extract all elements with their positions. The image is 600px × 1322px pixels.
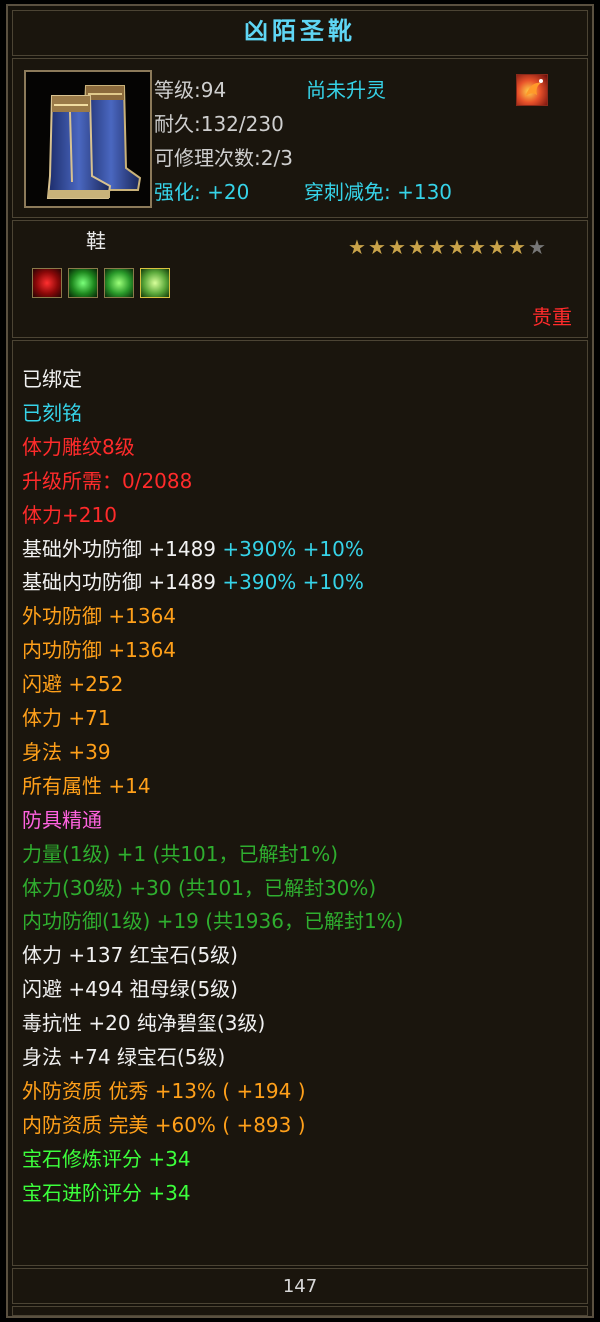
star-filled-icon: ★ (508, 235, 526, 259)
durability: 耐久:132/230 (154, 112, 284, 136)
stat-text: 宝石修炼评分 +34 (22, 1146, 191, 1171)
enhance-level: 强化: +20 (154, 180, 250, 204)
jade-swirl-gem-icon[interactable] (140, 268, 170, 298)
stat-text: 闪避 +494 祖母绿(5级) (22, 977, 238, 1002)
item-name: 凶陌圣靴 (244, 16, 356, 45)
stat-line: 已刻铭 (22, 396, 82, 430)
stat-line: 闪避 +252 (22, 667, 123, 701)
stat-line: 毒抗性 +20 纯净碧玺(3级) (22, 1006, 265, 1040)
stat-line: 宝石进阶评分 +34 (22, 1176, 191, 1210)
stat-line: 身法 +74 绿宝石(5级) (22, 1040, 225, 1074)
star-filled-icon: ★ (428, 235, 446, 259)
spirit-upgrade-icon[interactable] (516, 74, 548, 106)
star-filled-icon: ★ (448, 235, 466, 259)
star-filled-icon: ★ (468, 235, 486, 259)
boots-icon (26, 72, 150, 206)
pierce-reduction: 穿刺减免: +130 (304, 180, 453, 204)
stat-text: 外防资质 优秀 +13% ( +194 ) (22, 1078, 306, 1103)
stat-text: 升级所需：0/2088 (22, 468, 193, 493)
stat-line: 所有属性 +14 (22, 769, 151, 803)
stat-line: 外功防御 +1364 (22, 599, 176, 633)
spirit-status: 尚未升灵 (306, 78, 386, 102)
stat-text: 内防资质 完美 +60% ( +893 ) (22, 1112, 306, 1137)
stat-text: 力量(1级) +1 (共101，已解封1%) (22, 841, 339, 866)
stat-line: 内功防御 +1364 (22, 633, 176, 667)
footer-count: 147 (282, 1276, 318, 1297)
stat-line: 体力 +137 红宝石(5级) (22, 938, 238, 972)
bottom-strip (12, 1306, 588, 1316)
stat-text: +390% +10% (222, 536, 364, 561)
stat-text: 宝石进阶评分 +34 (22, 1180, 191, 1205)
stat-text: 所有属性 +14 (22, 773, 151, 798)
star-filled-icon: ★ (488, 235, 506, 259)
stat-line: 体力 +71 (22, 701, 111, 735)
green-gem-icon[interactable] (104, 268, 134, 298)
red-gem-icon[interactable] (32, 268, 62, 298)
star-filled-icon: ★ (368, 235, 386, 259)
stat-text: 闪避 +252 (22, 672, 124, 697)
title-bar: 凶陌圣靴 (12, 10, 588, 56)
stat-line: 体力(30级) +30 (共101，已解封30%) (22, 871, 376, 905)
stat-line: 升级所需：0/2088 (22, 464, 192, 498)
stat-text: +390% +10% (222, 570, 364, 595)
stat-line: 力量(1级) +1 (共101，已解封1%) (22, 837, 338, 871)
footer-bar: 147 (12, 1268, 588, 1304)
stat-line: 体力+210 (22, 498, 117, 532)
star-filled-icon: ★ (348, 235, 366, 259)
stat-text: 体力 +71 (22, 706, 111, 730)
slot-type: 鞋 (86, 229, 106, 253)
item-thumbnail (24, 70, 152, 208)
stat-text: 体力(30级) +30 (共101，已解封30%) (22, 875, 377, 900)
stat-text: 身法 +39 (22, 739, 111, 764)
stat-text: 体力雕纹8级 (22, 434, 135, 459)
stat-text: 防具精通 (22, 807, 102, 832)
stat-line: 已绑定 (22, 362, 82, 396)
star-filled-icon: ★ (408, 235, 426, 259)
item-tooltip: 凶陌圣靴 等级:94 尚未升灵 耐久:132/230 可修理次数:2/3 强化:… (6, 4, 594, 1318)
item-level: 等级:94 (154, 78, 227, 102)
stat-text: 内功防御(1级) +19 (共1936，已解封1%) (22, 909, 404, 934)
stat-text: 身法 +74 绿宝石(5级) (22, 1045, 226, 1069)
stat-line: 内功防御(1级) +19 (共1936，已解封1%) (22, 904, 403, 938)
stat-line: 宝石修炼评分 +34 (22, 1142, 191, 1176)
stat-text: 体力 +137 红宝石(5级) (22, 943, 238, 968)
stat-line: 身法 +39 (22, 735, 111, 769)
stat-line: 基础内功防御 +1489 +390% +10% (22, 565, 364, 599)
stat-line: 基础外功防御 +1489 +390% +10% (22, 532, 364, 566)
repair-count: 可修理次数:2/3 (154, 146, 293, 170)
stat-text: 内功防御 +1364 (22, 638, 177, 663)
green-leaf-gem-icon[interactable] (68, 268, 98, 298)
stat-line: 内防资质 完美 +60% ( +893 ) (22, 1108, 306, 1142)
stat-text: 已刻铭 (22, 400, 82, 425)
stat-line: 防具精通 (22, 803, 102, 837)
star-empty-icon: ★ (528, 235, 546, 259)
rarity-label: 贵重 (532, 305, 572, 329)
stat-text: 基础外功防御 +1489 (22, 536, 223, 561)
stat-text: 外功防御 +1364 (22, 604, 177, 629)
stat-line: 闪避 +494 祖母绿(5级) (22, 972, 238, 1006)
stat-line: 外防资质 优秀 +13% ( +194 ) (22, 1074, 306, 1108)
stat-text: 体力+210 (22, 502, 117, 527)
star-filled-icon: ★ (388, 235, 406, 259)
stat-line: 体力雕纹8级 (22, 430, 135, 464)
stat-text: 毒抗性 +20 纯净碧玺(3级) (22, 1011, 266, 1036)
stat-text: 基础内功防御 +1489 (22, 570, 223, 595)
stat-text: 已绑定 (22, 367, 82, 391)
